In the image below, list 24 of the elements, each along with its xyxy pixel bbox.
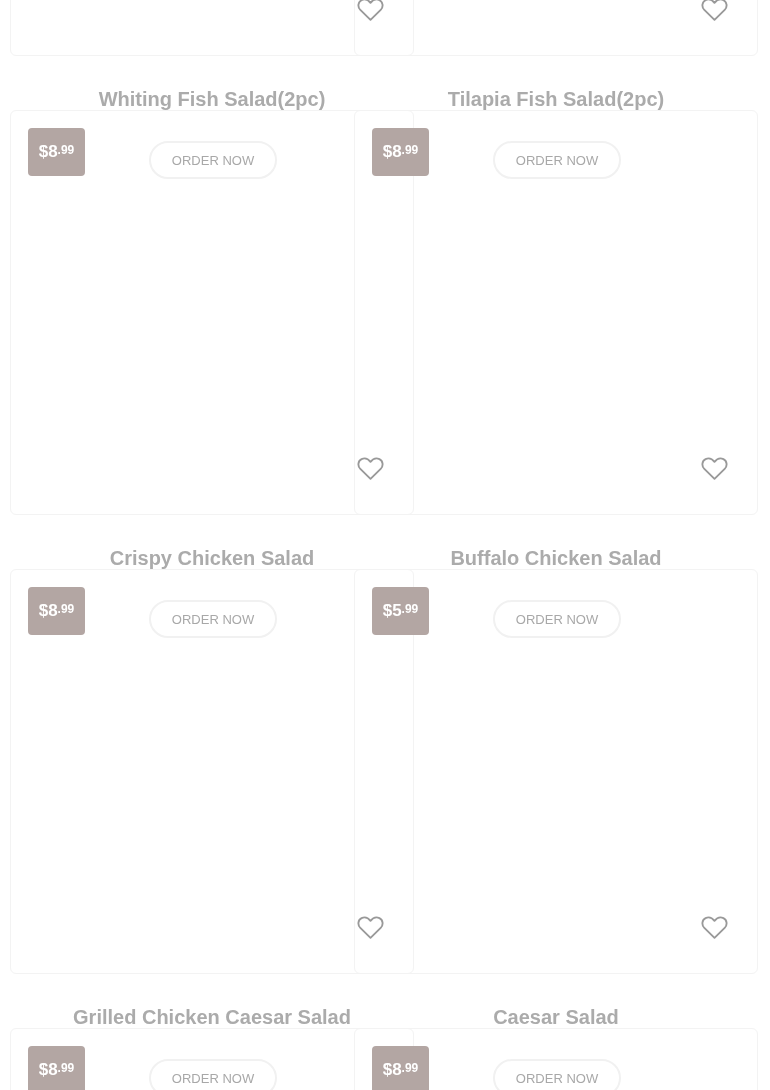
order-now-button[interactable]: ORDER NOW	[493, 600, 621, 638]
price-tag: $8$^{.99}$	[28, 1046, 85, 1090]
heart-icon[interactable]	[357, 915, 384, 940]
order-now-button[interactable]: ORDER NOW	[149, 600, 277, 638]
order-now-button[interactable]: ORDER NOW	[493, 141, 621, 179]
price-tag: $8$^{.99}$	[372, 128, 429, 176]
order-now-button[interactable]: ORDER NOW	[493, 1059, 621, 1090]
price-tag: $8$^{.99}$	[372, 1046, 429, 1090]
order-now-button[interactable]: ORDER NOW	[149, 1059, 277, 1090]
item-title: Tilapia Fish Salad(2pc)	[447, 89, 665, 110]
item-title: Grilled Chicken Caesar Salad	[73, 1007, 351, 1028]
heart-icon[interactable]	[357, 456, 384, 481]
heart-icon[interactable]	[701, 915, 728, 940]
heart-icon[interactable]	[701, 0, 728, 22]
price-tag: $5$^{.99}$	[372, 587, 429, 635]
heart-icon[interactable]	[357, 0, 384, 22]
heart-icon[interactable]	[701, 456, 728, 481]
item-title: Whiting Fish Salad(2pc)	[98, 89, 326, 110]
item-title: Crispy Chicken Salad	[109, 548, 315, 569]
price-tag: $8$^{.99}$	[28, 128, 85, 176]
order-now-button[interactable]: ORDER NOW	[149, 141, 277, 179]
item-title: Buffalo Chicken Salad	[450, 548, 662, 569]
price-tag: $8$^{.99}$	[28, 587, 85, 635]
item-title: Caesar Salad	[493, 1007, 619, 1028]
